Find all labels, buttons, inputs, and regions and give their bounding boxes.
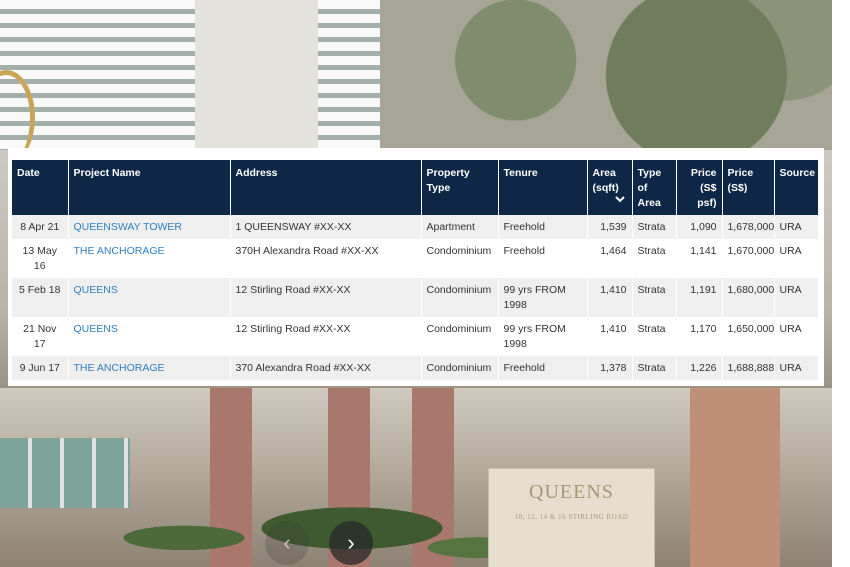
cell-address: 370H Alexandra Road #XX-XX: [230, 239, 422, 278]
table-row: 8 Apr 21 QUEENSWAY TOWER 1 QUEENSWAY #XX…: [12, 215, 818, 239]
cell-price-psf: 1,090: [676, 215, 723, 239]
header-price[interactable]: Price (S$): [722, 160, 775, 215]
cell-source: URA: [774, 215, 818, 239]
chevron-down-icon[interactable]: [593, 196, 627, 206]
cell-date: 8 Apr 21: [12, 215, 69, 239]
cell-tenure: Freehold: [498, 239, 588, 278]
cell-project: QUEENSWAY TOWER: [68, 215, 231, 239]
header-area[interactable]: Area (sqft): [587, 160, 633, 215]
cell-property-type: Condominium: [421, 239, 499, 278]
cell-price-psf: 1,170: [676, 317, 723, 356]
sign-name: QUEENS: [529, 481, 614, 503]
entrance-sign: QUEENS 10, 12, 14 & 16 STIRLING ROAD: [488, 468, 655, 567]
header-type-of-area[interactable]: Type of Area: [632, 160, 677, 215]
cell-area: 1,539: [587, 215, 633, 239]
cell-tenure: 99 yrs FROM 1998: [498, 278, 588, 317]
cell-property-type: Apartment: [421, 215, 499, 239]
cell-type-of-area: Strata: [632, 356, 677, 380]
cell-type-of-area: Strata: [632, 278, 677, 317]
chevron-left-icon: ‹: [283, 530, 291, 555]
cell-price-psf: 1,141: [676, 239, 723, 278]
header-price-psf[interactable]: Price (S$ psf): [676, 160, 723, 215]
cell-address: 1 QUEENSWAY #XX-XX: [230, 215, 422, 239]
table-row: 21 Nov 17 QUEENS 12 Stirling Road #XX-XX…: [12, 317, 818, 356]
cell-project: THE ANCHORAGE: [68, 356, 231, 380]
chevron-right-icon: ›: [347, 530, 355, 555]
cell-tenure: Freehold: [498, 215, 588, 239]
table-header-row: Date Project Name Address Property Type …: [12, 160, 818, 215]
cell-area: 1,378: [587, 356, 633, 380]
cell-area: 1,410: [587, 317, 633, 356]
sky: [185, 0, 320, 150]
transactions-card: Date Project Name Address Property Type …: [8, 148, 824, 386]
cell-source: URA: [774, 239, 818, 278]
cell-price-psf: 1,191: [676, 278, 723, 317]
header-address[interactable]: Address: [230, 160, 422, 215]
header-tenure[interactable]: Tenure: [498, 160, 588, 215]
cell-area: 1,410: [587, 278, 633, 317]
carousel-prev-button[interactable]: ‹: [265, 521, 309, 565]
cell-address: 370 Alexandra Road #XX-XX: [230, 356, 422, 380]
header-source[interactable]: Source: [774, 160, 818, 215]
table-row: 9 Jun 17 THE ANCHORAGE 370 Alexandra Roa…: [12, 356, 818, 380]
table-row: 13 May 16 THE ANCHORAGE 370H Alexandra R…: [12, 239, 818, 278]
cell-price-psf: 1,226: [676, 356, 723, 380]
cell-source: URA: [774, 356, 818, 380]
pillar: [690, 388, 780, 567]
table-row: 5 Feb 18 QUEENS 12 Stirling Road #XX-XX …: [12, 278, 818, 317]
cell-date: 9 Jun 17: [12, 356, 69, 380]
header-property-type[interactable]: Property Type: [421, 160, 499, 215]
cell-project: QUEENS: [68, 278, 231, 317]
project-link[interactable]: QUEENS: [74, 284, 118, 296]
cell-tenure: 99 yrs FROM 1998: [498, 317, 588, 356]
cell-source: URA: [774, 317, 818, 356]
cell-price: 1,678,000: [722, 215, 775, 239]
cell-property-type: Condominium: [421, 278, 499, 317]
cell-price: 1,670,000: [722, 239, 775, 278]
cell-price: 1,680,000: [722, 278, 775, 317]
cell-area: 1,464: [587, 239, 633, 278]
cell-date: 13 May 16: [12, 239, 69, 278]
project-link[interactable]: THE ANCHORAGE: [74, 362, 165, 374]
project-link[interactable]: THE ANCHORAGE: [74, 245, 165, 257]
cell-tenure: Freehold: [498, 356, 588, 380]
cell-project: QUEENS: [68, 317, 231, 356]
cell-address: 12 Stirling Road #XX-XX: [230, 278, 422, 317]
sign-address: 10, 12, 14 & 16 STIRLING ROAD: [514, 513, 629, 521]
header-date[interactable]: Date: [12, 160, 69, 215]
tree-canopy: [380, 0, 832, 150]
cell-project: THE ANCHORAGE: [68, 239, 231, 278]
project-link[interactable]: QUEENSWAY TOWER: [74, 221, 183, 233]
cell-date: 5 Feb 18: [12, 278, 69, 317]
header-area-label: Area (sqft): [592, 167, 619, 194]
cell-type-of-area: Strata: [632, 317, 677, 356]
garden-plants: [100, 470, 520, 567]
cell-price: 1,650,000: [722, 317, 775, 356]
cell-address: 12 Stirling Road #XX-XX: [230, 317, 422, 356]
cell-type-of-area: Strata: [632, 239, 677, 278]
cell-source: URA: [774, 278, 818, 317]
cell-price: 1,688,888: [722, 356, 775, 380]
cell-property-type: Condominium: [421, 356, 499, 380]
header-project-name[interactable]: Project Name: [68, 160, 231, 215]
carousel-next-button[interactable]: ›: [329, 521, 373, 565]
project-link[interactable]: QUEENS: [74, 323, 118, 335]
cell-type-of-area: Strata: [632, 215, 677, 239]
cell-date: 21 Nov 17: [12, 317, 69, 356]
cell-property-type: Condominium: [421, 317, 499, 356]
transactions-table: Date Project Name Address Property Type …: [12, 160, 818, 380]
